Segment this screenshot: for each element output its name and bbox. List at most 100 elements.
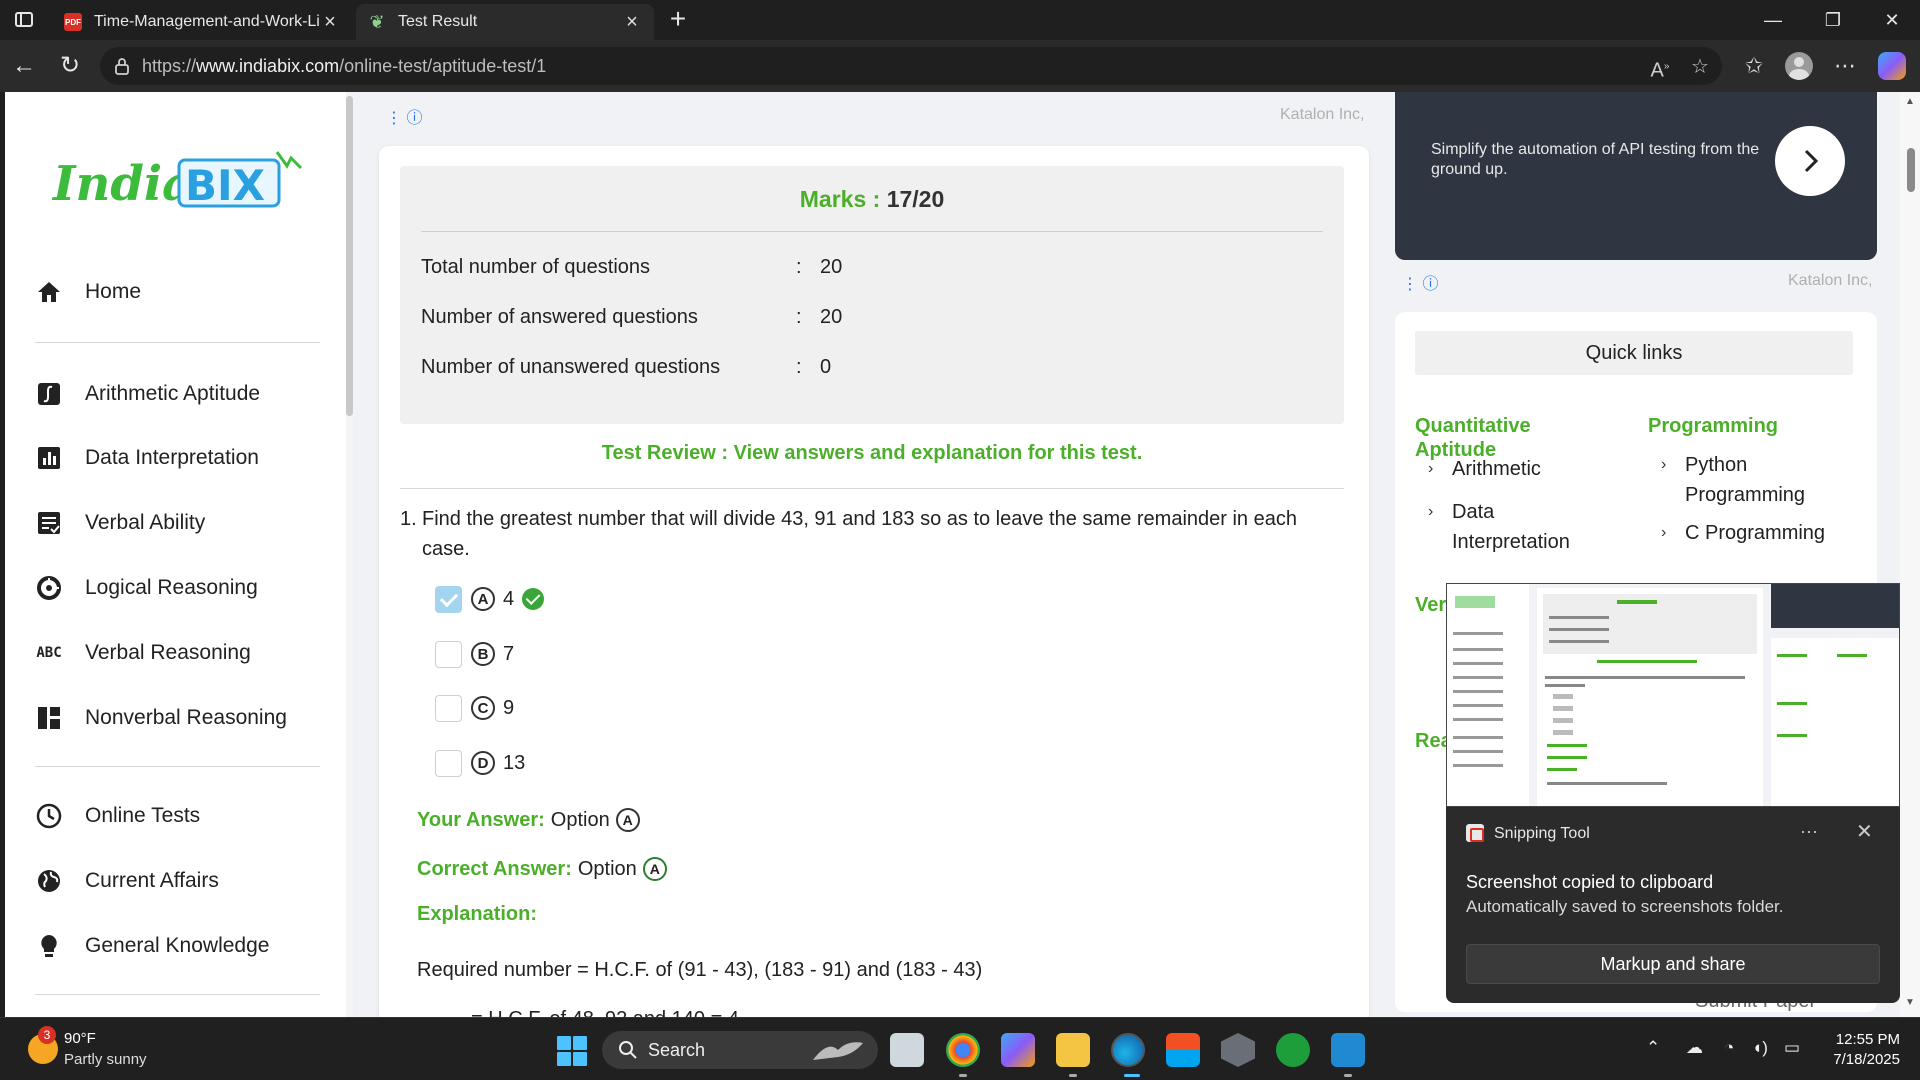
ad-sponsor: Katalon Inc, — [1280, 106, 1365, 123]
chrome-icon[interactable] — [946, 1033, 980, 1067]
close-icon[interactable]: × — [320, 11, 340, 34]
new-tab-button[interactable]: + — [664, 5, 692, 34]
read-aloud-icon[interactable]: A» — [1648, 55, 1672, 82]
windows-start-icon[interactable] — [557, 1036, 587, 1066]
sidebar-item-data-interpretation[interactable]: Data Interpretation — [35, 438, 335, 478]
page-scrollbar[interactable]: ▲ ▼ — [1900, 92, 1920, 1017]
taskbar-search[interactable]: Search — [602, 1031, 878, 1069]
network-off-icon[interactable]: ☁ — [1686, 1038, 1703, 1058]
scrollbar-thumb[interactable] — [1907, 148, 1915, 192]
running-indicator — [959, 1074, 967, 1077]
indiabix-logo[interactable]: India BIX — [47, 140, 307, 220]
test-review-link[interactable]: Test Review : View answers and explanati… — [400, 442, 1344, 465]
back-button[interactable]: ← — [6, 48, 42, 84]
sidebar-scrollbar[interactable] — [346, 92, 353, 1017]
quick-link-python-programming[interactable]: › Python Programming — [1661, 450, 1835, 510]
svg-text:India: India — [51, 156, 193, 212]
quick-link-c-programming[interactable]: › C Programming — [1661, 518, 1825, 548]
search-label: Search — [648, 1040, 706, 1060]
clock-time: 12:55 PM — [1835, 1031, 1900, 1048]
quick-links-category[interactable]: Programming — [1648, 414, 1778, 438]
close-icon[interactable]: × — [622, 11, 642, 34]
url-text: https://www.indiabix.com/online-test/apt… — [142, 56, 546, 77]
home-icon — [35, 278, 63, 306]
sidebar-divider — [35, 994, 320, 995]
battery-icon[interactable]: ▭ — [1784, 1038, 1800, 1058]
sidebar-item-online-tests[interactable]: Online Tests — [35, 796, 335, 836]
toast-app-name: Snipping Tool — [1494, 825, 1590, 842]
quick-link-data-interpretation[interactable]: › Data Interpretation — [1428, 497, 1592, 557]
file-explorer-icon[interactable] — [1056, 1033, 1090, 1067]
tab-time-management[interactable]: PDF Time-Management-and-Work-Life × — [52, 4, 352, 40]
tab-test-result[interactable]: ❦ Test Result × — [356, 4, 654, 40]
option-c[interactable]: C 9 — [435, 693, 514, 723]
markup-and-share-button[interactable]: Markup and share — [1466, 944, 1880, 984]
address-bar-row: ← ↻ https://www.indiabix.com/online-test… — [0, 40, 1920, 92]
sidebar-item-nonverbal-reasoning[interactable]: Nonverbal Reasoning — [35, 698, 335, 738]
correct-answer-label: Correct Answer: — [417, 857, 572, 880]
sponsored-ad[interactable]: Simplify the automation of API testing f… — [1395, 92, 1877, 260]
sidebar-toggle-icon[interactable] — [12, 10, 36, 30]
store-icon[interactable] — [1166, 1033, 1200, 1067]
sidebar-item-label: Data Interpretation — [85, 446, 259, 469]
edge-icon[interactable] — [1111, 1033, 1145, 1067]
option-b[interactable]: B 7 — [435, 639, 514, 669]
snipping-tool-notification[interactable]: Snipping Tool ··· ✕ Screenshot copied to… — [1446, 807, 1900, 1003]
sidebar-item-label: General Knowledge — [85, 934, 270, 957]
task-view-icon[interactable] — [890, 1033, 924, 1067]
screenshot-preview[interactable] — [1446, 583, 1900, 807]
maximize-button[interactable]: ❐ — [1805, 0, 1861, 40]
favorite-star-icon[interactable]: ☆ — [1688, 55, 1712, 79]
option-checkbox[interactable] — [435, 585, 462, 613]
chevron-right-icon: › — [1428, 460, 1434, 477]
weather-description[interactable]: Partly sunny — [64, 1051, 147, 1068]
xbox-icon[interactable] — [1276, 1033, 1310, 1067]
sidebar-item-verbal-ability[interactable]: Verbal Ability — [35, 503, 335, 543]
more-options-icon[interactable]: ⋯ — [1829, 50, 1861, 82]
option-checkbox[interactable] — [435, 694, 462, 722]
profile-avatar[interactable] — [1785, 52, 1813, 80]
quick-links-title: Quick links — [1415, 331, 1853, 375]
reload-button[interactable]: ↻ — [52, 48, 88, 84]
system-clock[interactable]: 12:55 PM 7/18/2025 — [1820, 1030, 1900, 1070]
weather-temperature[interactable]: 90°F — [64, 1030, 96, 1047]
app-cube-icon[interactable] — [1221, 1033, 1255, 1067]
ad-arrow-button[interactable] — [1775, 126, 1845, 196]
sidebar-item-home[interactable]: Home — [35, 272, 335, 312]
wifi-icon[interactable]: ◔ — [1724, 1038, 1734, 1058]
quick-link-arithmetic[interactable]: › Arithmetic — [1428, 454, 1541, 484]
option-checkbox[interactable] — [435, 640, 462, 668]
volume-icon[interactable]: ◖) — [1752, 1038, 1768, 1058]
option-a[interactable]: A 4 — [435, 584, 545, 614]
vscode-icon[interactable] — [1331, 1033, 1365, 1067]
close-window-button[interactable]: ✕ — [1864, 0, 1920, 40]
copilot-app-icon[interactable] — [1001, 1033, 1035, 1067]
scroll-up-arrow-icon[interactable]: ▲ — [1905, 96, 1915, 107]
scroll-down-arrow-icon[interactable]: ▼ — [1905, 997, 1915, 1008]
toast-title: Screenshot copied to clipboard — [1466, 872, 1714, 892]
ad-info-icon[interactable]: ⋮ ⓘ — [1402, 270, 1438, 294]
sidebar-item-verbal-reasoning[interactable]: ABC Verbal Reasoning — [35, 633, 335, 673]
option-letter: D — [471, 751, 495, 775]
sidebar-item-general-knowledge[interactable]: General Knowledge — [35, 926, 335, 966]
ad-info-icon[interactable]: ⋮ ⓘ — [386, 104, 422, 128]
close-icon[interactable]: ✕ — [1856, 819, 1873, 844]
copilot-icon[interactable] — [1878, 52, 1906, 80]
option-value: 4 — [503, 587, 515, 610]
option-checkbox[interactable] — [435, 749, 462, 777]
show-hidden-icons-icon[interactable]: ⌃ — [1646, 1038, 1660, 1058]
sidebar-item-label: Arithmetic Aptitude — [85, 382, 261, 405]
lock-icon[interactable] — [112, 56, 132, 76]
favorites-icon[interactable]: ✩ — [1738, 50, 1770, 82]
globe-icon — [35, 867, 63, 895]
more-options-icon[interactable]: ··· — [1800, 821, 1818, 842]
option-d[interactable]: D 13 — [435, 748, 525, 778]
minimize-button[interactable]: — — [1745, 0, 1801, 40]
your-answer-label: Your Answer: — [417, 808, 545, 831]
sidebar-item-current-affairs[interactable]: Current Affairs — [35, 861, 335, 901]
stat-answered-questions: Number of answered questions : 20 — [421, 306, 843, 328]
sidebar-item-logical-reasoning[interactable]: Logical Reasoning — [35, 568, 335, 608]
url-field[interactable]: https://www.indiabix.com/online-test/apt… — [100, 47, 1722, 85]
sidebar-item-arithmetic-aptitude[interactable]: Arithmetic Aptitude — [35, 374, 335, 414]
quick-links-category-partial[interactable]: Ver — [1415, 594, 1446, 617]
